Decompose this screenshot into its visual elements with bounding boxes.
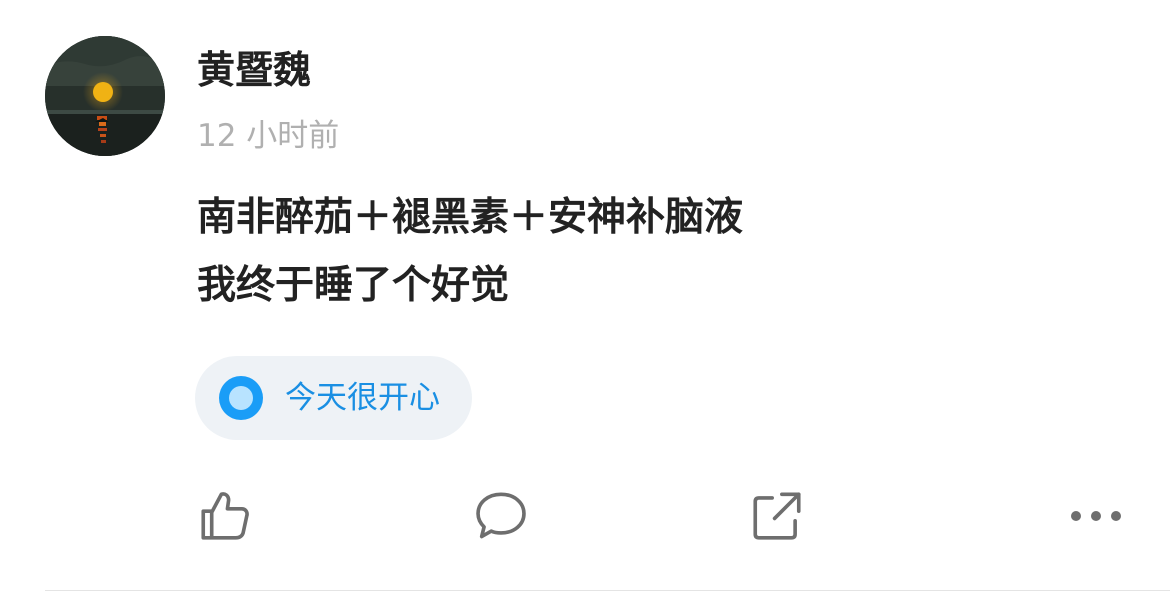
post-time: 12 小时前 <box>197 118 340 154</box>
post-line: 南非醉茄＋褪黑素＋安神补脑液 <box>197 195 744 240</box>
moonrise-avatar-image <box>45 36 165 156</box>
thumbs-up-icon <box>201 492 249 540</box>
topic-tag[interactable]: 今天很开心 <box>195 356 472 440</box>
comment-icon <box>476 492 526 539</box>
divider <box>45 590 1170 591</box>
like-button[interactable] <box>195 486 255 546</box>
post-line: 我终于睡了个好觉 <box>197 263 510 308</box>
avatar[interactable] <box>45 36 165 156</box>
topic-dot-icon <box>219 376 263 420</box>
username[interactable]: 黄暨魏 <box>197 46 311 94</box>
share-button[interactable] <box>747 486 807 546</box>
topic-label: 今天很开心 <box>285 380 440 416</box>
share-icon <box>753 492 801 540</box>
post-card: 黄暨魏 12 小时前 南非醉茄＋褪黑素＋安神补脑液 我终于睡了个好觉 今天很开心 <box>0 0 1170 597</box>
post-content: 南非醉茄＋褪黑素＋安神补脑液 我终于睡了个好觉 <box>197 184 1137 320</box>
more-icon <box>1071 511 1121 521</box>
more-button[interactable] <box>1066 486 1126 546</box>
comment-button[interactable] <box>471 486 531 546</box>
